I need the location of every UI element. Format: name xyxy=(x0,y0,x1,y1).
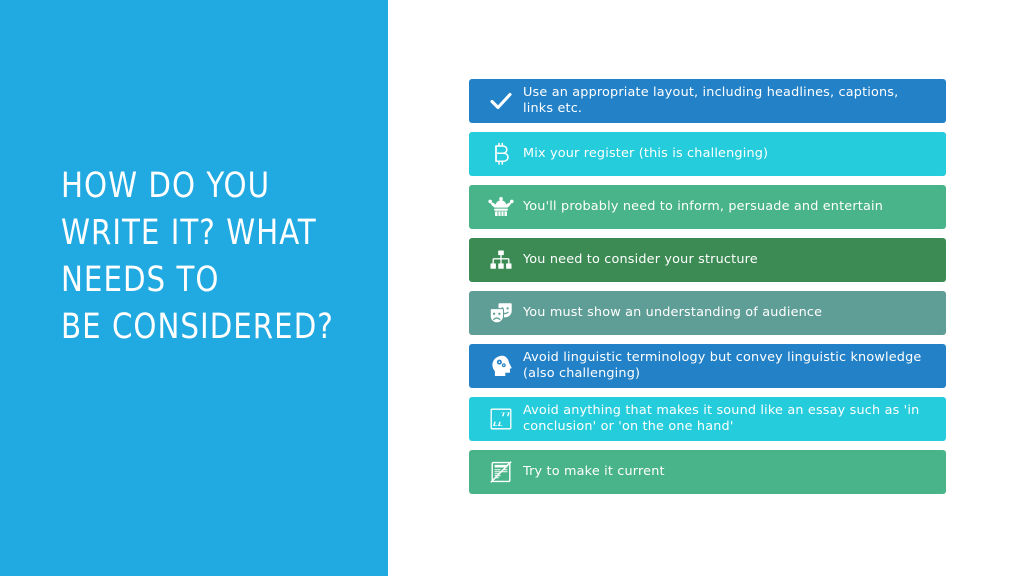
list-item-label: Avoid anything that makes it sound like … xyxy=(523,402,920,435)
list-item[interactable]: You need to consider your structure xyxy=(469,238,946,282)
bullet-bar-list: Use an appropriate layout, including hea… xyxy=(469,79,946,503)
list-item[interactable]: Use an appropriate layout, including hea… xyxy=(469,79,946,123)
list-item-label: You need to consider your structure xyxy=(523,251,758,267)
newspaper-icon xyxy=(479,450,523,494)
slide: How do you write it? What needs to be co… xyxy=(0,0,1024,576)
check-icon xyxy=(479,79,523,123)
theater-masks-icon xyxy=(479,291,523,335)
jester-hat-icon xyxy=(479,185,523,229)
list-item[interactable]: Avoid linguistic terminology but convey … xyxy=(469,344,946,388)
list-item-label: Use an appropriate layout, including hea… xyxy=(523,84,899,117)
list-item-label: You'll probably need to inform, persuade… xyxy=(523,198,884,214)
head-gears-icon xyxy=(479,344,523,388)
list-item[interactable]: You'll probably need to inform, persuade… xyxy=(469,185,946,229)
list-item[interactable]: Avoid anything that makes it sound like … xyxy=(469,397,946,441)
list-item[interactable]: Try to make it current xyxy=(469,450,946,494)
bitcoin-icon xyxy=(479,132,523,176)
list-item-label: Try to make it current xyxy=(523,463,665,479)
page-title: How do you write it? What needs to be co… xyxy=(61,166,334,347)
list-item[interactable]: You must show an understanding of audien… xyxy=(469,291,946,335)
list-item-label: You must show an understanding of audien… xyxy=(523,304,823,320)
org-chart-icon xyxy=(479,238,523,282)
quote-icon xyxy=(479,397,523,441)
list-item[interactable]: Mix your register (this is challenging) xyxy=(469,132,946,176)
list-item-label: Mix your register (this is challenging) xyxy=(523,145,769,161)
list-item-label: Avoid linguistic terminology but convey … xyxy=(523,349,922,382)
